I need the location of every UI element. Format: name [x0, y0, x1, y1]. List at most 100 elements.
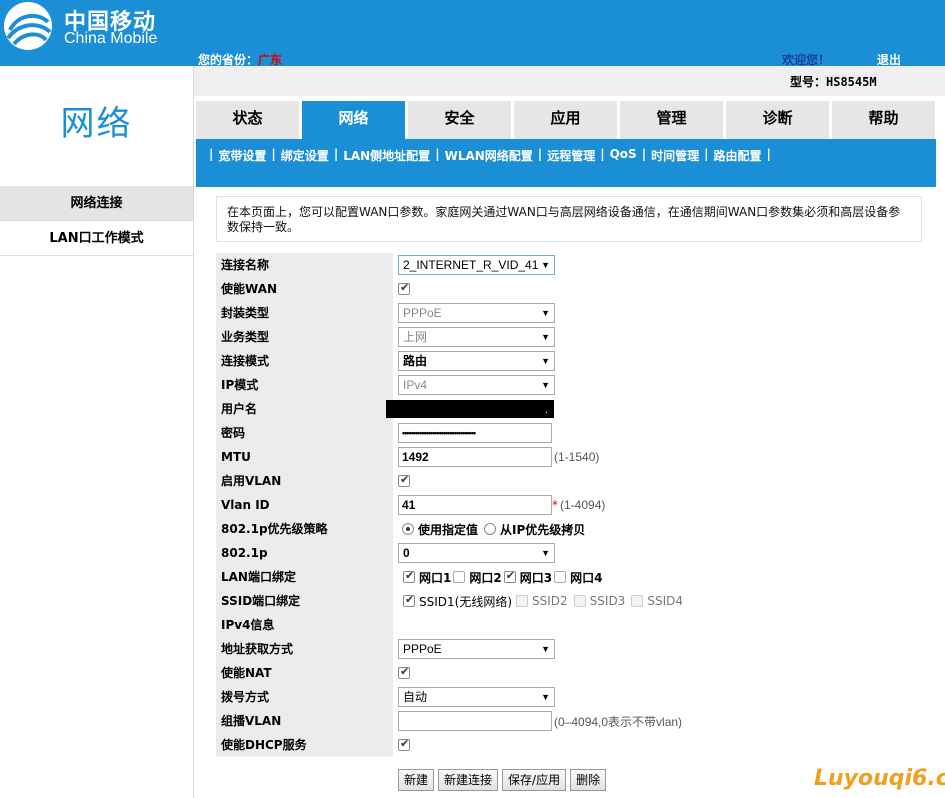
- lan3-label: 网口3: [519, 570, 553, 585]
- multicast-vlan-label: 组播VLAN: [216, 709, 393, 733]
- dial-mode-select[interactable]: 自动 ▼: [398, 687, 555, 707]
- chevron-down-icon: ▼: [541, 260, 550, 270]
- wan-config-form: 连接名称 2_INTERNET_R_VID_41▼ 使能WAN 封装类型 PPP…: [216, 253, 716, 757]
- mtu-input[interactable]: 1492: [398, 447, 552, 467]
- form-row-ipv4-info: IPv4信息: [216, 613, 716, 637]
- addr-method-select[interactable]: PPPoE ▼: [398, 639, 555, 659]
- ssid2-checkbox[interactable]: [516, 595, 529, 607]
- form-row-dial-mode: 拨号方式 自动 ▼: [216, 685, 716, 709]
- lan4-checkbox[interactable]: [554, 571, 567, 583]
- tab-application[interactable]: 应用: [514, 101, 617, 139]
- form-row-username: 用户名 .: [216, 397, 716, 421]
- subnav-separator: |: [333, 147, 339, 161]
- subnav-lan-address[interactable]: LAN侧地址配置: [343, 147, 430, 164]
- ssid3-checkbox[interactable]: [573, 595, 586, 607]
- 8021p-copy-radio[interactable]: [484, 523, 497, 535]
- form-row-ip-mode: IP模式 IPv4 ▼: [216, 373, 716, 397]
- left-nav-lan-mode[interactable]: LAN口工作模式: [0, 221, 193, 256]
- enable-wan-checkbox[interactable]: [398, 281, 410, 295]
- section-title: 网络: [60, 104, 133, 144]
- conn-mode-value: 路由: [403, 354, 428, 368]
- ssid2-label: SSID2: [532, 594, 568, 608]
- vlan-id-input[interactable]: 41: [398, 495, 552, 515]
- vlan-id-label: Vlan ID: [216, 493, 393, 517]
- new-connection-button[interactable]: 新建连接: [438, 769, 499, 791]
- password-input[interactable]: ••••••••••••••••••••••••••••••••••: [398, 423, 552, 443]
- lan3-checkbox[interactable]: [503, 569, 516, 583]
- sub-nav: | 宽带设置 | 绑定设置 | LAN侧地址配置 | WLAN网络配置 | 远程…: [196, 139, 936, 187]
- connection-name-select[interactable]: 2_INTERNET_R_VID_41 ▼: [398, 255, 555, 275]
- subnav-separator: |: [537, 147, 543, 161]
- form-row-enable-wan: 使能WAN: [216, 277, 716, 301]
- encap-type-value: PPPoE: [403, 306, 442, 320]
- chevron-down-icon: ▼: [541, 356, 550, 366]
- left-nav-network-connection[interactable]: 网络连接: [0, 186, 193, 221]
- ip-mode-value: IPv4: [403, 378, 428, 392]
- form-row-vlan-id: Vlan ID 41 * (1-4094): [216, 493, 716, 517]
- subnav-separator: |: [271, 147, 276, 161]
- form-row-password: 密码 ••••••••••••••••••••••••••••••••••: [216, 421, 716, 445]
- service-type-select[interactable]: 上网 ▼: [398, 327, 555, 347]
- delete-button[interactable]: 删除: [570, 769, 607, 791]
- 8021p-specified-radio[interactable]: [402, 523, 414, 535]
- tab-security[interactable]: 安全: [408, 101, 511, 139]
- chevron-down-icon: ▼: [541, 332, 550, 342]
- form-row-enable-vlan: 启用VLAN: [216, 469, 716, 493]
- password-label: 密码: [216, 421, 393, 445]
- form-row-multicast-vlan: 组播VLAN (0–4094,0表示不带vlan): [216, 709, 716, 733]
- chevron-down-icon: ▼: [541, 644, 550, 654]
- ssid1-label: SSID1(无线网络): [419, 594, 513, 609]
- subnav-remote-mgmt[interactable]: 远程管理: [547, 147, 595, 164]
- lan2-checkbox[interactable]: [453, 571, 466, 583]
- ssid4-checkbox[interactable]: [631, 595, 644, 607]
- tab-management[interactable]: 管理: [620, 101, 723, 139]
- username-label: 用户名: [216, 397, 393, 421]
- mtu-label: MTU: [216, 445, 393, 469]
- subnav-separator: |: [641, 147, 647, 161]
- multicast-vlan-input[interactable]: [398, 711, 552, 731]
- subnav-time-mgmt[interactable]: 时间管理: [651, 147, 699, 164]
- enable-dhcp-checkbox[interactable]: [398, 737, 410, 751]
- enable-nat-checkbox[interactable]: [398, 665, 410, 679]
- subnav-separator: |: [209, 147, 214, 161]
- username-input-redacted[interactable]: .: [386, 400, 554, 418]
- conn-mode-select[interactable]: 路由 ▼: [398, 351, 555, 371]
- tab-help[interactable]: 帮助: [832, 101, 935, 139]
- multicast-vlan-hint: (0–4094,0表示不带vlan): [554, 714, 683, 729]
- tab-network[interactable]: 网络: [302, 101, 405, 139]
- new-button[interactable]: 新建: [398, 769, 435, 791]
- form-row-encap-type: 封装类型 PPPoE ▼: [216, 301, 716, 325]
- form-row-connection-name: 连接名称 2_INTERNET_R_VID_41 ▼: [216, 253, 716, 277]
- divider: [193, 66, 194, 798]
- save-apply-button[interactable]: 保存/应用: [502, 769, 567, 791]
- required-mark: *: [552, 498, 558, 512]
- form-row-service-type: 业务类型 上网 ▼: [216, 325, 716, 349]
- dial-mode-value: 自动: [403, 690, 428, 704]
- main-tabs: 状态 网络 安全 应用 管理 诊断 帮助: [196, 101, 938, 139]
- form-row-mtu: MTU 1492 (1-1540): [216, 445, 716, 469]
- lan-bind-label: LAN端口绑定: [216, 565, 393, 589]
- china-mobile-logo-icon: [4, 2, 52, 50]
- subnav-binding[interactable]: 绑定设置: [281, 147, 329, 164]
- subnav-wlan[interactable]: WLAN网络配置: [445, 147, 533, 164]
- lan1-checkbox[interactable]: [403, 569, 415, 583]
- left-nav: 网络连接 LAN口工作模式: [0, 186, 193, 256]
- enable-nat-label: 使能NAT: [216, 661, 393, 685]
- tab-diagnosis[interactable]: 诊断: [726, 101, 829, 139]
- 8021p-label: 802.1p: [216, 541, 393, 565]
- tab-status[interactable]: 状态: [196, 101, 299, 139]
- subnav-broadband[interactable]: 宽带设置: [218, 147, 266, 164]
- subnav-routing[interactable]: 路由配置: [713, 147, 761, 164]
- ssid4-label: SSID4: [647, 594, 683, 608]
- mtu-hint: (1-1540): [554, 450, 600, 464]
- top-banner: 中国移动 China Mobile 您的省份：广东 欢迎您！ 退出: [0, 0, 945, 67]
- 8021p-specified-label: 使用指定值: [418, 522, 479, 537]
- subnav-qos[interactable]: QoS: [610, 147, 637, 164]
- enable-vlan-checkbox[interactable]: [398, 473, 410, 487]
- encap-type-label: 封装类型: [216, 301, 393, 325]
- lan4-label: 网口4: [570, 570, 603, 585]
- ip-mode-select[interactable]: IPv4 ▼: [398, 375, 555, 395]
- 8021p-select[interactable]: 0 ▼: [398, 543, 555, 563]
- ssid1-checkbox[interactable]: [403, 593, 415, 607]
- encap-type-select[interactable]: PPPoE ▼: [398, 303, 555, 323]
